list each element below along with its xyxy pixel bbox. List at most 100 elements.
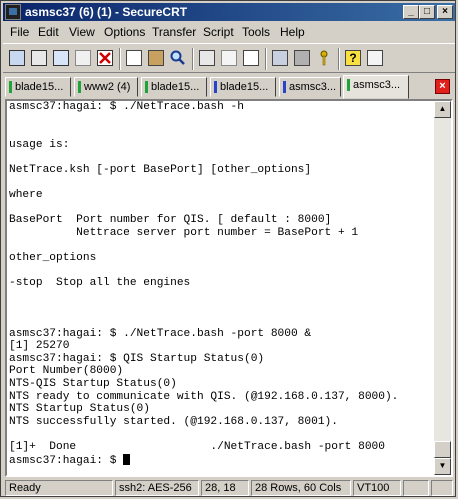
session-options-button[interactable] — [270, 48, 290, 68]
tab-label: blade15... — [151, 81, 200, 93]
status-extra-pane — [431, 480, 453, 496]
connect-tab-button[interactable] — [51, 48, 71, 68]
terminal-output[interactable]: asmsc37:hagai: $ ./NetTrace.bash -h usage… — [9, 101, 434, 475]
menu-file[interactable]: File — [10, 25, 29, 39]
scroll-thumb[interactable] — [434, 441, 451, 458]
terminal-line: [1] 25270 — [9, 340, 70, 353]
close-icon: × — [439, 80, 446, 92]
scroll-up-button[interactable]: ▲ — [434, 101, 451, 118]
connect-button[interactable] — [7, 48, 27, 68]
close-tab-button[interactable]: × — [435, 79, 450, 94]
status-ready: Ready — [5, 480, 113, 496]
find-button[interactable] — [168, 48, 188, 68]
session-tab[interactable]: blade15... — [5, 77, 71, 97]
session-tab[interactable]: asmsc3... — [279, 77, 341, 97]
status-cipher: ssh2: AES-256 — [115, 480, 199, 496]
print-selection-button[interactable] — [219, 48, 239, 68]
vertical-scrollbar[interactable]: ▲ ▼ — [434, 101, 451, 475]
connect-icon — [9, 50, 25, 66]
terminal-line: where — [9, 189, 43, 202]
menu-help[interactable]: Help — [280, 25, 305, 39]
session-tabs: blade15... www2 (4) blade15... blade15..… — [3, 75, 455, 99]
securecrt-window: asmsc37 (6) (1) - SecureCRT _ □ × File E… — [0, 0, 456, 497]
terminal-line: usage is: — [9, 138, 70, 151]
scroll-down-button[interactable]: ▼ — [434, 458, 451, 475]
status-bar: Ready ssh2: AES-256 28, 18 28 Rows, 60 C… — [3, 479, 455, 497]
terminal-line: asmsc37:hagai: $ ./NetTrace.bash -port 8… — [9, 327, 312, 340]
tab-status-indicator — [347, 79, 350, 91]
maximize-button[interactable]: □ — [419, 5, 435, 19]
terminal-line: other_options — [9, 252, 97, 265]
print-button[interactable] — [197, 48, 217, 68]
terminal-line: Port Number(8000) — [9, 365, 124, 378]
tab-status-indicator — [145, 81, 148, 93]
paste-button[interactable] — [146, 48, 166, 68]
session-options-icon — [272, 50, 288, 66]
session-tab[interactable]: blade15... — [141, 77, 207, 97]
log-icon — [243, 50, 259, 66]
window-title: asmsc37 (6) (1) - SecureCRT — [25, 5, 188, 19]
menu-options[interactable]: Options — [104, 25, 145, 39]
tab-label: blade15... — [15, 81, 64, 93]
menu-edit[interactable]: Edit — [38, 25, 59, 39]
reconnect-button[interactable] — [73, 48, 93, 68]
paste-icon — [148, 50, 164, 66]
terminal-line: BasePort Port number for QIS. [ default … — [9, 214, 332, 227]
keymap-icon — [294, 50, 310, 66]
quick-connect-icon — [31, 50, 47, 66]
terminal-line: Nettrace server port number = BasePort +… — [9, 226, 359, 239]
tab-label: asmsc3... — [353, 79, 401, 91]
app-icon — [5, 4, 21, 20]
terminal-line: NetTrace.ksh [-port BasePort] [other_opt… — [9, 163, 312, 176]
status-cursor-position: 28, 18 — [201, 480, 249, 496]
menu-transfer[interactable]: Transfer — [152, 25, 196, 39]
menu-bar: File Edit View Options Transfer Script T… — [3, 23, 455, 41]
copy-button[interactable] — [124, 48, 144, 68]
terminal-line: -stop Stop all the engines — [9, 277, 191, 290]
key-icon — [316, 50, 332, 66]
tab-label: blade15... — [220, 81, 269, 93]
help-icon: ? — [345, 50, 361, 66]
keys-button[interactable] — [314, 48, 334, 68]
tab-status-indicator — [214, 81, 217, 93]
disconnect-button[interactable] — [95, 48, 115, 68]
tab-status-indicator — [78, 81, 81, 93]
toolbar-separator — [119, 48, 121, 70]
session-tab-active[interactable]: asmsc3... — [343, 75, 409, 99]
terminal-line: NTS-QIS Startup Status(0) — [9, 378, 177, 391]
help-button[interactable]: ? — [343, 48, 363, 68]
status-empty-pane — [403, 480, 429, 496]
tab-status-indicator — [9, 81, 12, 93]
menu-view[interactable]: View — [69, 25, 95, 39]
menu-script[interactable]: Script — [203, 25, 234, 39]
connect-tab-icon — [53, 50, 69, 66]
menu-tools[interactable]: Tools — [242, 25, 270, 39]
reconnect-icon — [75, 50, 91, 66]
quick-connect-button[interactable] — [29, 48, 49, 68]
minimize-button[interactable]: _ — [403, 5, 419, 19]
print-icon — [199, 50, 215, 66]
context-help-button[interactable] — [365, 48, 385, 68]
session-tab[interactable]: www2 (4) — [74, 77, 138, 97]
session-tab[interactable]: blade15... — [210, 77, 276, 97]
context-help-icon — [367, 50, 383, 66]
terminal-prompt-line: asmsc37:hagai: $ — [9, 453, 434, 467]
terminal-line: NTS successfully started. (@192.168.0.13… — [9, 415, 338, 428]
status-terminal-size: 28 Rows, 60 Cols — [251, 480, 351, 496]
toolbar-separator — [338, 48, 340, 70]
tab-label: asmsc3... — [289, 81, 337, 93]
print-selection-icon — [221, 50, 237, 66]
log-button[interactable] — [241, 48, 261, 68]
tab-status-indicator — [283, 81, 286, 93]
close-window-button[interactable]: × — [437, 5, 453, 19]
title-bar[interactable]: asmsc37 (6) (1) - SecureCRT _ □ × — [3, 3, 455, 21]
global-options-button[interactable] — [292, 48, 312, 68]
toolbar: ? — [3, 43, 455, 73]
